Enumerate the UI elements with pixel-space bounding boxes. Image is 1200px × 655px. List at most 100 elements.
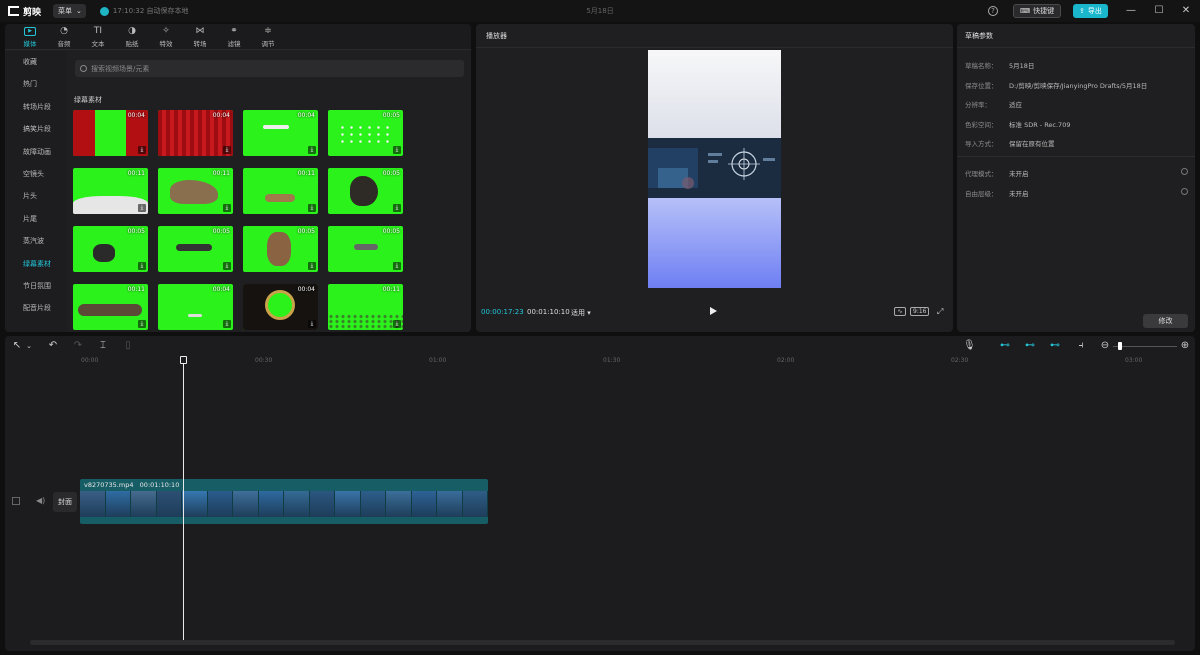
tab-sticker[interactable]: ◑ 贴纸 [115, 24, 149, 50]
zoom-in-icon[interactable]: ⊕ [1179, 340, 1191, 352]
download-icon[interactable]: ⤓ [308, 262, 316, 270]
tab-adjust[interactable]: ≑ 调节 [251, 24, 285, 50]
tab-text[interactable]: TI 文本 [81, 24, 115, 50]
download-icon[interactable]: ⤓ [308, 146, 316, 154]
sidebar-item[interactable]: 蒸汽波 [5, 230, 67, 252]
download-icon[interactable]: ⤓ [223, 146, 231, 154]
material-thumbnail[interactable]: 00:05 ⤓ [73, 226, 148, 272]
sidebar-item[interactable]: 故障动画 [5, 141, 67, 163]
horizontal-scrollbar[interactable] [30, 640, 1175, 645]
sidebar-item[interactable]: 片头 [5, 185, 67, 207]
sidebar-item[interactable]: 节日氛围 [5, 275, 67, 297]
delete-icon[interactable]: ▯ [122, 340, 134, 352]
microphone-icon[interactable]: 🎙 [963, 340, 976, 352]
material-thumbnail[interactable]: 00:05 ⤓ [243, 226, 318, 272]
sidebar-item[interactable]: 收藏 [5, 51, 67, 73]
video-clip[interactable]: v8270735.mp4 00:01:10:10 [80, 479, 488, 524]
zoom-out-icon[interactable]: ⊖ [1099, 340, 1111, 352]
capcut-logo-icon [8, 6, 19, 16]
quality-select[interactable]: 适用 ▾ [571, 308, 591, 318]
zoom-slider-handle[interactable] [1118, 342, 1122, 350]
app-name: 剪映 [23, 7, 42, 18]
waveform-icon[interactable]: ∿ [894, 307, 906, 316]
modify-button[interactable]: 修改 [1143, 314, 1188, 328]
search-input[interactable]: 搜索视频场景/元素 [75, 60, 464, 77]
tab-label: 媒体 [23, 39, 37, 48]
download-icon[interactable]: ⤓ [223, 262, 231, 270]
track-audio-icon[interactable]: ◀) [36, 496, 45, 505]
undo-icon[interactable]: ↶ [47, 340, 59, 352]
video-preview[interactable] [648, 50, 781, 288]
main-track-magnet-icon[interactable]: ⊷ [997, 340, 1013, 352]
sidebar-item[interactable]: 配音片段 [5, 297, 67, 319]
redo-icon[interactable]: ↷ [72, 340, 84, 352]
material-thumbnail[interactable]: 00:11 ⤓ [328, 284, 403, 330]
playhead[interactable] [183, 358, 184, 640]
video-frame-image [648, 138, 781, 198]
minimize-icon[interactable]: — [1124, 4, 1138, 18]
tab-transition[interactable]: ⋈ 转场 [183, 24, 217, 50]
aspect-ratio-button[interactable]: 9:16 [910, 307, 930, 316]
track-lock-icon[interactable] [12, 497, 20, 505]
material-thumbnail[interactable]: 00:11 ⤓ [243, 168, 318, 214]
material-thumbnail[interactable]: 00:05 ⤓ [328, 168, 403, 214]
auto-snap-icon[interactable]: ⊷ [1022, 340, 1038, 352]
sidebar-item[interactable]: 转场片段 [5, 96, 67, 118]
material-thumbnail[interactable]: 00:04 ⤓ [243, 284, 318, 330]
chevron-down-icon[interactable]: ⌄ [23, 340, 35, 352]
material-thumbnail[interactable]: 00:05 ⤓ [158, 226, 233, 272]
sidebar-item[interactable]: 搞笑片段 [5, 118, 67, 140]
export-button[interactable]: ⇪ 导出 [1073, 4, 1108, 18]
sidebar-item[interactable]: 绿幕素材 [5, 253, 67, 275]
download-icon[interactable]: ⤓ [393, 262, 401, 270]
download-icon[interactable]: ⤓ [138, 320, 146, 328]
tab-media[interactable]: ▶ 媒体 [13, 24, 47, 50]
tab-filter[interactable]: ⚭ 滤镜 [217, 24, 251, 50]
download-icon[interactable]: ⤓ [138, 262, 146, 270]
material-thumbnail[interactable]: 00:04 ⤓ [158, 284, 233, 330]
material-thumbnail[interactable]: 00:11 ⤓ [73, 284, 148, 330]
playhead-handle[interactable] [180, 356, 187, 364]
close-icon[interactable]: ✕ [1179, 4, 1193, 18]
clip-frame [309, 491, 335, 517]
zoom-slider-track[interactable] [1113, 346, 1177, 347]
sidebar-item[interactable]: 片尾 [5, 208, 67, 230]
duration-label: 00:11 [127, 286, 145, 293]
material-thumbnail[interactable]: 00:05 ⤓ [328, 110, 403, 156]
download-icon[interactable]: ⤓ [138, 204, 146, 212]
download-icon[interactable]: ⤓ [138, 146, 146, 154]
menu-button[interactable]: 菜单 ⌄ [53, 4, 86, 18]
clip-frame [462, 491, 488, 517]
maximize-icon[interactable]: ☐ [1152, 4, 1166, 18]
help-icon[interactable]: ? [988, 6, 998, 16]
material-thumbnail[interactable]: 00:11 ⤓ [73, 168, 148, 214]
preview-axis-icon[interactable]: ⫞ [1073, 340, 1089, 352]
linkage-icon[interactable]: ⊷ [1047, 340, 1063, 352]
download-icon[interactable]: ⤓ [223, 320, 231, 328]
info-icon[interactable] [1181, 168, 1188, 175]
fullscreen-icon[interactable]: ⤢ [937, 307, 946, 316]
sidebar-item[interactable]: 空镜头 [5, 163, 67, 185]
material-thumbnail[interactable]: 00:11 ⤓ [158, 168, 233, 214]
tab-effects[interactable]: ✧ 特效 [149, 24, 183, 50]
material-thumbnail[interactable]: 00:04 ⤓ [243, 110, 318, 156]
split-icon[interactable]: ⌶ [97, 340, 109, 352]
download-icon[interactable]: ⤓ [308, 204, 316, 212]
info-icon[interactable] [1181, 187, 1188, 195]
prop-key: 草稿名称： [965, 62, 998, 70]
select-cursor-icon[interactable]: ↖ [11, 340, 23, 352]
shortcut-button[interactable]: ⌨ 快捷键 [1013, 4, 1062, 18]
material-thumbnail[interactable]: 00:04 ⤓ [73, 110, 148, 156]
download-icon[interactable]: ⤓ [308, 320, 316, 328]
material-thumbnail[interactable]: 00:05 ⤓ [328, 226, 403, 272]
play-icon[interactable] [710, 307, 717, 315]
sidebar-item[interactable]: 热门 [5, 73, 67, 95]
download-icon[interactable]: ⤓ [393, 204, 401, 212]
material-thumbnail[interactable]: 00:04 ⤓ [158, 110, 233, 156]
tab-audio[interactable]: ◔ 音频 [47, 24, 81, 50]
cover-button[interactable]: 封面 [53, 492, 77, 512]
download-icon[interactable]: ⤓ [223, 204, 231, 212]
download-icon[interactable]: ⤓ [393, 320, 401, 328]
clip-frame [182, 491, 208, 517]
download-icon[interactable]: ⤓ [393, 146, 401, 154]
